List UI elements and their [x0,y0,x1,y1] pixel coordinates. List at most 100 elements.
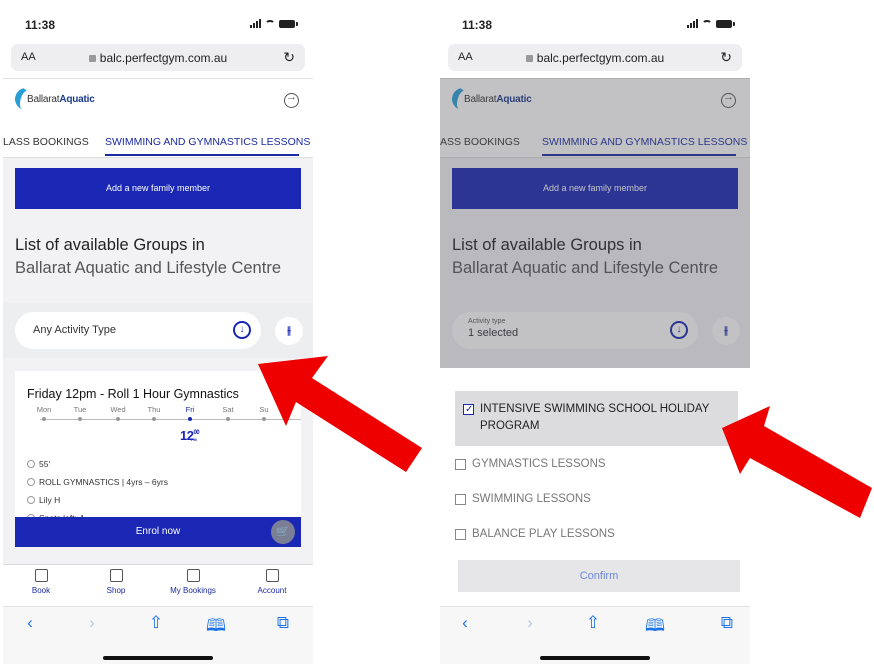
status-icons [250,19,298,28]
status-time: 11:38 [25,18,56,32]
activity-type-dropdown[interactable]: Any Activity Type ↓ [15,312,261,349]
phone-screenshot-right: 11:38 AA balc.perfectgym.com.au ↻ Ballar… [440,0,750,664]
share-icon[interactable]: ⇧ [141,613,171,633]
ballarat-aquatic-logo[interactable]: BallaratAquatic [11,84,125,119]
clock-icon [27,460,35,468]
home-indicator [540,656,650,660]
logo-text: BallaratAquatic [27,94,95,105]
session-time: 1200PM [180,428,200,443]
option-gymnastics-lessons[interactable]: GYMNASTICS LESSONS [455,456,740,473]
tabs-icon[interactable]: ⧉ [712,613,742,633]
battery-icon [279,19,298,28]
address-bar[interactable]: AA balc.perfectgym.com.au ↻ [448,44,742,71]
red-arrow-left [258,356,422,472]
site-header: BallaratAquatic [3,78,313,126]
nav-shop[interactable]: Shop [81,569,151,595]
program-row: ROLL GYMNASTICS | 4yrs – 6yrs [27,477,168,487]
option-label: INTENSIVE SWIMMING SCHOOL HOLIDAY PROGRA… [480,403,710,433]
day-dot [226,417,230,421]
address-bar[interactable]: AA balc.perfectgym.com.au ↻ [11,44,305,71]
nav-book[interactable]: Book [6,569,76,595]
day-wed: Wed [110,405,126,414]
home-indicator [103,656,213,660]
person-icon [27,496,35,504]
checkbox-icon[interactable] [455,529,466,540]
activity-type-picker: INTENSIVE SWIMMING SCHOOL HOLIDAY PROGRA… [440,368,750,606]
shop-icon [109,569,123,582]
url-text: balc.perfectgym.com.au [11,51,305,65]
time-ampm: PM [191,437,197,442]
option-label: SWIMMING LESSONS [472,493,591,505]
url-label: balc.perfectgym.com.au [99,51,228,65]
option-balance-play-lessons[interactable]: BALANCE PLAY LESSONS [455,526,740,543]
battery-icon [716,19,735,28]
checkbox-checked-icon[interactable] [463,402,474,417]
option-swimming-lessons[interactable]: SWIMMING LESSONS [455,491,740,508]
red-arrow-right [722,406,872,518]
bookmarks-icon[interactable]: 🕮 [201,613,231,642]
url-text: balc.perfectgym.com.au [448,51,742,65]
day-dot [116,417,120,421]
duration-text: 55' [39,459,51,469]
day-tue: Tue [73,405,87,414]
logo-text-part2: Aquatic [59,94,95,105]
instructor-row: Lily H [27,495,60,505]
heading-line2: Ballarat Aquatic and Lifestyle Centre [15,259,281,278]
day-thu: Thu [147,405,161,414]
tab-class-bookings[interactable]: LASS BOOKINGS [3,136,89,148]
share-icon[interactable]: ⇧ [578,613,608,633]
signal-icon [687,19,698,28]
option-intensive-swimming[interactable]: INTENSIVE SWIMMING SCHOOL HOLIDAY PROGRA… [455,391,738,446]
tab-swimming-gymnastics-lessons[interactable]: SWIMMING AND GYMNASTICS LESSONS [105,136,310,148]
filter-sliders-icon[interactable]: ⫲ [275,317,303,345]
day-sat: Sat [222,405,234,414]
chevron-down-circle-icon[interactable]: ↓ [233,321,251,339]
nav-account[interactable]: Account [237,569,307,595]
forward-icon[interactable]: › [77,613,107,633]
program-text: ROLL GYMNASTICS | 4yrs – 6yrs [39,477,168,487]
forward-icon[interactable]: › [515,613,545,633]
wifi-icon [265,19,275,28]
nav-my-bookings[interactable]: My Bookings [158,569,228,595]
day-dot [152,417,156,421]
back-icon[interactable]: ‹ [15,613,45,633]
reload-icon[interactable]: ↻ [283,49,295,66]
signal-icon [250,19,261,28]
day-mon: Mon [36,405,52,414]
option-label: BALANCE PLAY LESSONS [472,528,615,540]
calendar-icon [34,569,48,582]
reload-icon[interactable]: ↻ [720,49,732,66]
wifi-icon [702,19,712,28]
info-icon [27,478,35,486]
logout-icon[interactable] [284,91,299,108]
lock-icon [525,55,533,62]
checkbox-icon[interactable] [455,494,466,505]
nav-shop-label: Shop [106,586,126,595]
nav-book-label: Book [31,586,51,595]
confirm-button[interactable]: Confirm [458,560,740,592]
status-time: 11:38 [462,18,493,32]
phone-screenshot-left: 11:38 AA balc.perfectgym.com.au ↻ Ballar… [3,0,313,664]
enrol-now-button[interactable]: Enrol now [15,517,301,547]
heading-line1: List of available Groups in [15,236,205,254]
calendar-clock-icon [186,569,200,582]
arrow-left-shape [258,356,422,472]
back-icon[interactable]: ‹ [450,613,480,633]
status-bar: 11:38 [440,0,750,38]
day-dot [78,417,82,421]
modal-backdrop [440,78,750,368]
nav-my-bookings-label: My Bookings [170,586,216,595]
group-title: Friday 12pm - Roll 1 Hour Gymnastics [27,387,239,401]
instructor-text: Lily H [39,495,61,505]
status-bar: 11:38 [3,0,313,38]
add-family-member-button[interactable]: Add a new family member [15,168,301,209]
cart-icon[interactable]: 🛒 [271,520,295,544]
checkbox-icon[interactable] [455,459,466,470]
time-minutes: 00 [193,430,200,436]
tab-bar: LASS BOOKINGS SWIMMING AND GYMNASTICS LE… [3,126,313,158]
day-fri: Fri [185,405,195,414]
tabs-icon[interactable]: ⧉ [268,613,298,633]
duration-row: 55' [27,459,50,469]
bookmarks-icon[interactable]: 🕮 [640,613,670,642]
account-card-icon [265,569,279,582]
